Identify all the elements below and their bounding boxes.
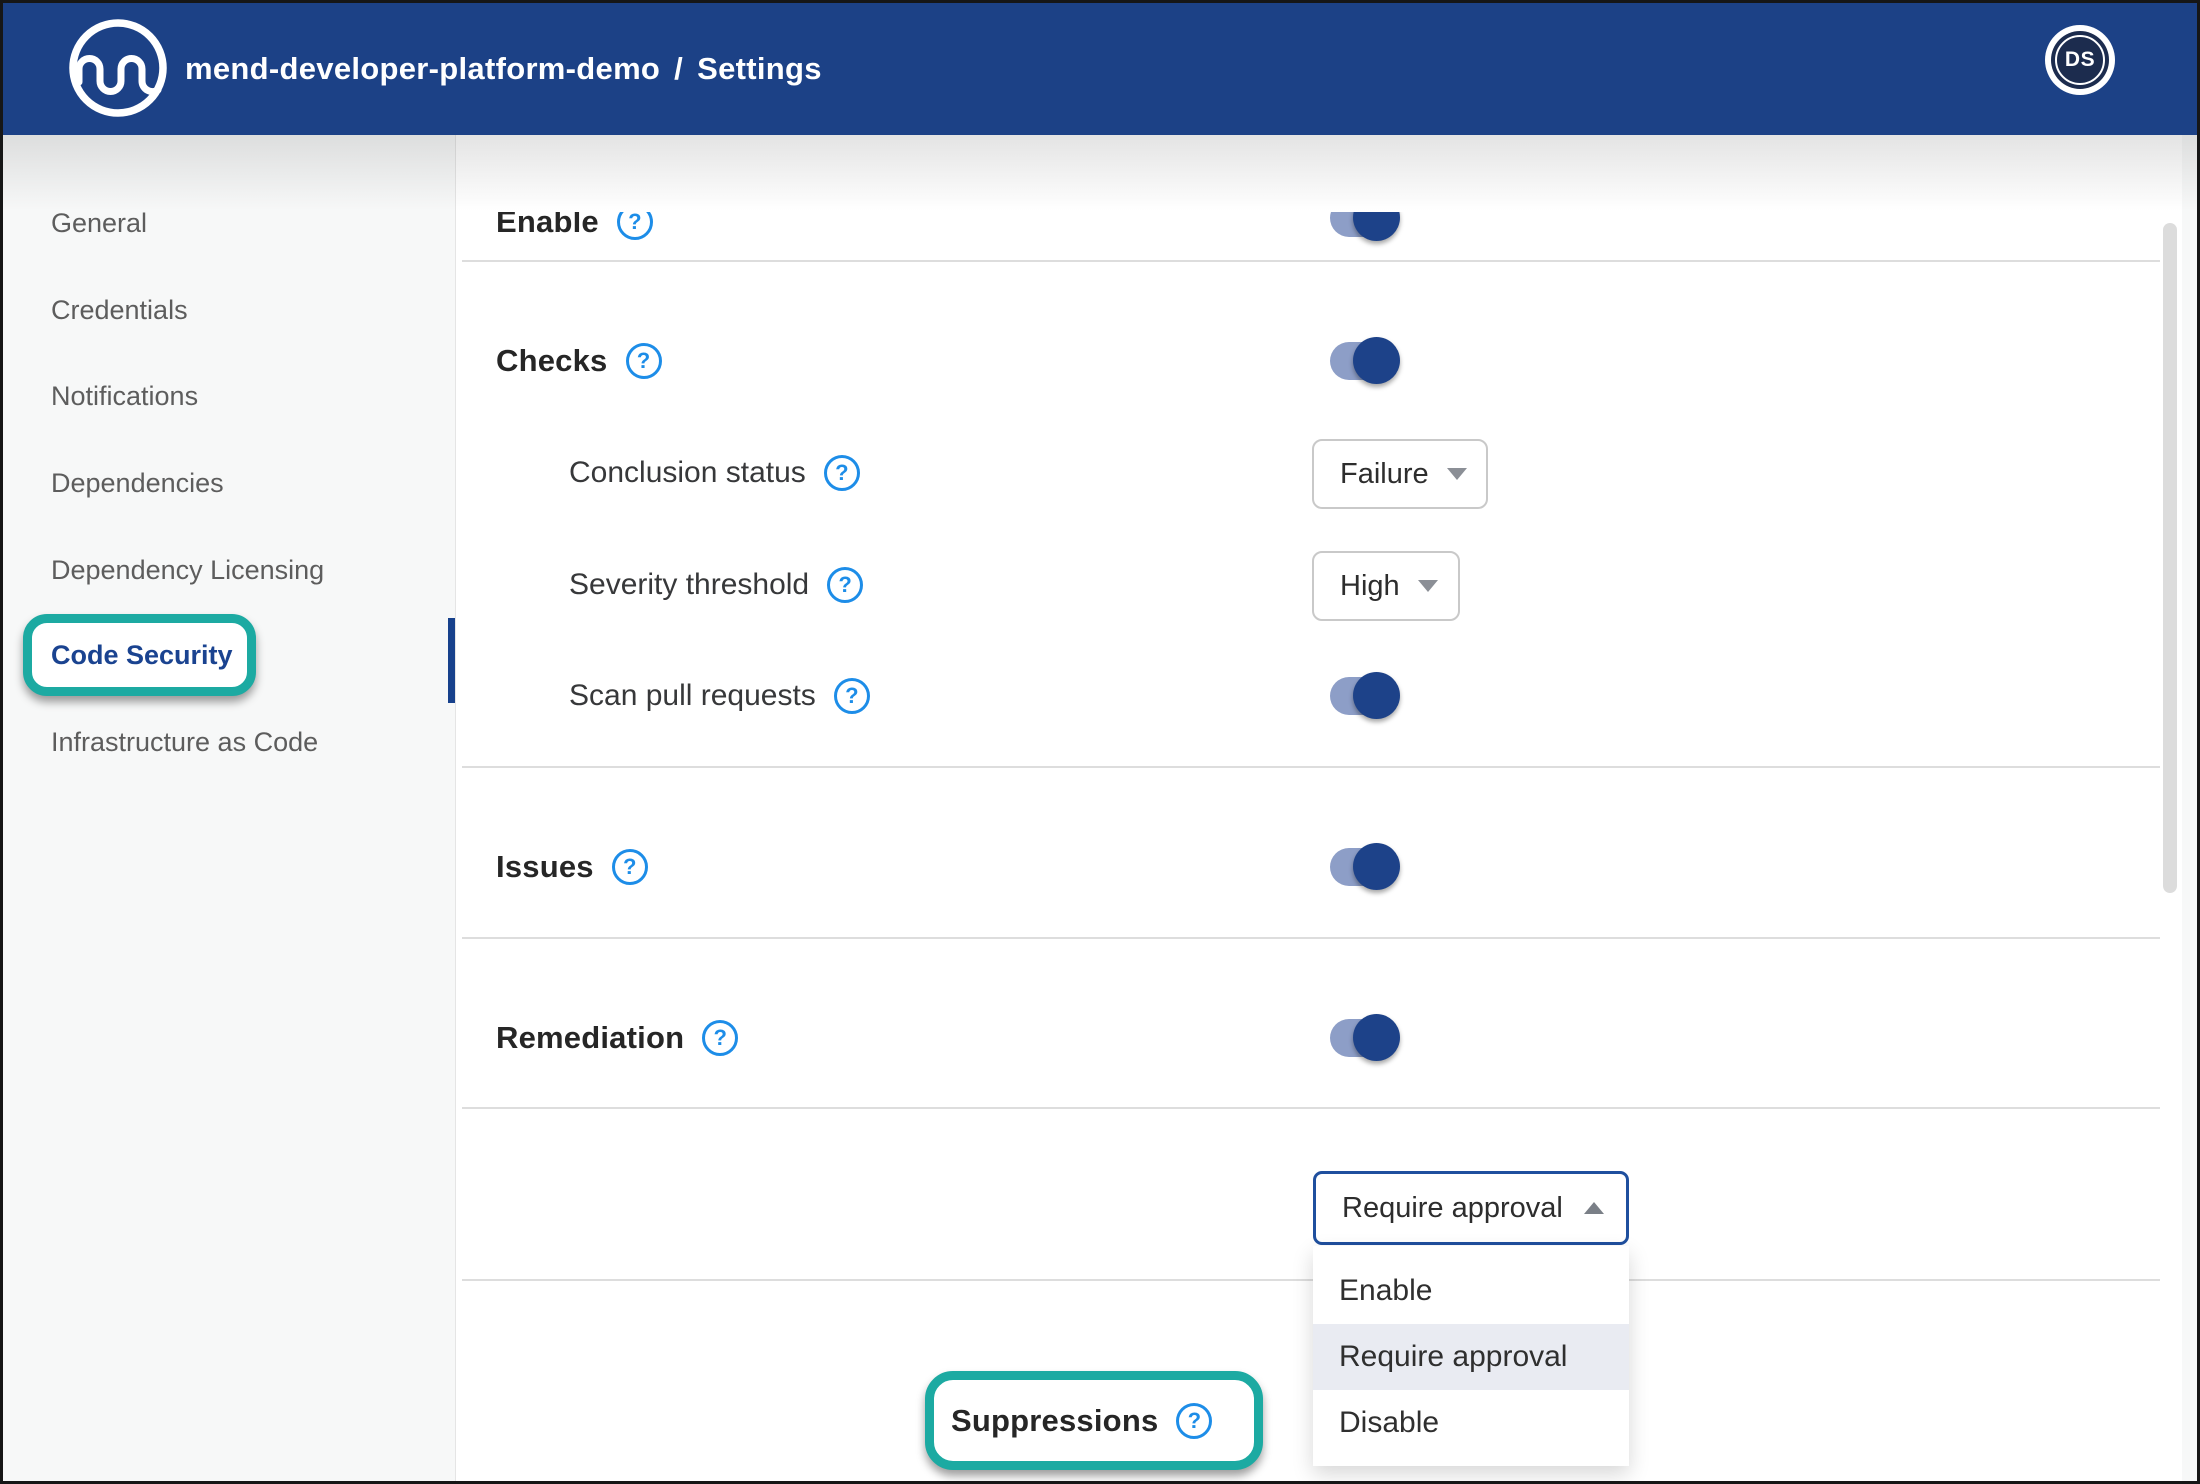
enable-help-icon[interactable]: ?: [617, 212, 653, 240]
avatar-ring: DS: [2051, 31, 2109, 89]
issues-row: Issues ?: [496, 844, 648, 890]
section-divider: [462, 1279, 2160, 1281]
severity-threshold-row: Severity threshold ?: [569, 562, 863, 608]
sidebar-item-code-security[interactable]: Code Security: [51, 630, 233, 680]
enable-toggle[interactable]: [1330, 212, 1396, 237]
suppressions-label: Suppressions: [951, 1403, 1158, 1439]
remediation-row: Remediation ?: [496, 1015, 738, 1061]
enable-label: Enable: [496, 212, 599, 240]
sidebar-item-general[interactable]: General: [51, 198, 147, 248]
section-divider: [462, 766, 2160, 768]
mend-logo-icon[interactable]: [65, 15, 171, 121]
enable-row: Enable ?: [496, 212, 653, 245]
caret-up-icon: [1584, 1202, 1604, 1214]
issues-help-icon[interactable]: ?: [612, 849, 648, 885]
suppressions-dropdown-menu: Enable Require approval Disable: [1313, 1246, 1629, 1466]
sidebar-item-dependency-licensing[interactable]: Dependency Licensing: [51, 545, 324, 595]
sidebar-item-credentials[interactable]: Credentials: [51, 285, 188, 335]
breadcrumb: mend-developer-platform-demo / Settings: [185, 3, 822, 135]
conclusion-status-select[interactable]: Failure: [1312, 439, 1488, 509]
scan-pull-requests-label: Scan pull requests: [569, 679, 816, 713]
scan-pull-requests-help-icon[interactable]: ?: [834, 678, 870, 714]
top-navbar: mend-developer-platform-demo / Settings …: [3, 3, 2197, 135]
menu-option-enable[interactable]: Enable: [1313, 1258, 1629, 1324]
section-divider: [462, 260, 2160, 262]
breadcrumb-separator: /: [674, 51, 683, 87]
sidebar-item-notifications[interactable]: Notifications: [51, 371, 198, 421]
scan-pull-requests-row: Scan pull requests ?: [569, 673, 870, 719]
remediation-help-icon[interactable]: ?: [702, 1020, 738, 1056]
conclusion-status-value: Failure: [1340, 458, 1429, 491]
caret-down-icon: [1418, 580, 1438, 592]
menu-option-require-approval[interactable]: Require approval: [1313, 1324, 1629, 1390]
issues-label: Issues: [496, 849, 594, 885]
suppressions-row: Suppressions ?: [951, 1398, 1212, 1444]
annotation-highlight-code-security: Code Security: [23, 614, 256, 696]
settings-scroll-area: Enable ? Checks ? Conclusion status ? Fa: [456, 212, 2182, 1481]
remediation-toggle[interactable]: [1330, 1019, 1396, 1057]
remediation-label: Remediation: [496, 1020, 684, 1056]
avatar-initials: DS: [2055, 35, 2105, 85]
menu-option-disable[interactable]: Disable: [1313, 1390, 1629, 1456]
avatar[interactable]: DS: [2045, 25, 2115, 95]
conclusion-status-label: Conclusion status: [569, 456, 806, 490]
breadcrumb-page: Settings: [697, 51, 822, 87]
breadcrumb-project[interactable]: mend-developer-platform-demo: [185, 51, 660, 87]
suppressions-help-icon[interactable]: ?: [1176, 1403, 1212, 1439]
severity-threshold-label: Severity threshold: [569, 568, 809, 602]
app-window: mend-developer-platform-demo / Settings …: [0, 0, 2200, 1484]
active-section-indicator: [448, 618, 455, 703]
caret-down-icon: [1447, 468, 1467, 480]
conclusion-status-row: Conclusion status ?: [569, 450, 860, 496]
suppressions-value: Require approval: [1342, 1192, 1563, 1225]
sidebar-item-infrastructure-as-code[interactable]: Infrastructure as Code: [51, 717, 318, 767]
severity-threshold-select[interactable]: High: [1312, 551, 1460, 621]
checks-label: Checks: [496, 343, 608, 379]
settings-panel: Enable ? Checks ? Conclusion status ? Fa: [455, 135, 2182, 1481]
conclusion-status-help-icon[interactable]: ?: [824, 455, 860, 491]
checks-row: Checks ?: [496, 338, 662, 384]
severity-threshold-value: High: [1340, 570, 1400, 603]
checks-help-icon[interactable]: ?: [626, 343, 662, 379]
annotation-highlight-suppressions: Suppressions ?: [925, 1371, 1263, 1470]
scrollbar-thumb[interactable]: [2163, 223, 2177, 893]
suppressions-select[interactable]: Require approval: [1313, 1171, 1629, 1245]
checks-toggle[interactable]: [1330, 342, 1396, 380]
scan-pull-requests-toggle[interactable]: [1330, 677, 1396, 715]
sidebar-item-dependencies[interactable]: Dependencies: [51, 458, 224, 508]
section-divider: [462, 937, 2160, 939]
severity-threshold-help-icon[interactable]: ?: [827, 567, 863, 603]
section-divider: [462, 1107, 2160, 1109]
issues-toggle[interactable]: [1330, 848, 1396, 886]
